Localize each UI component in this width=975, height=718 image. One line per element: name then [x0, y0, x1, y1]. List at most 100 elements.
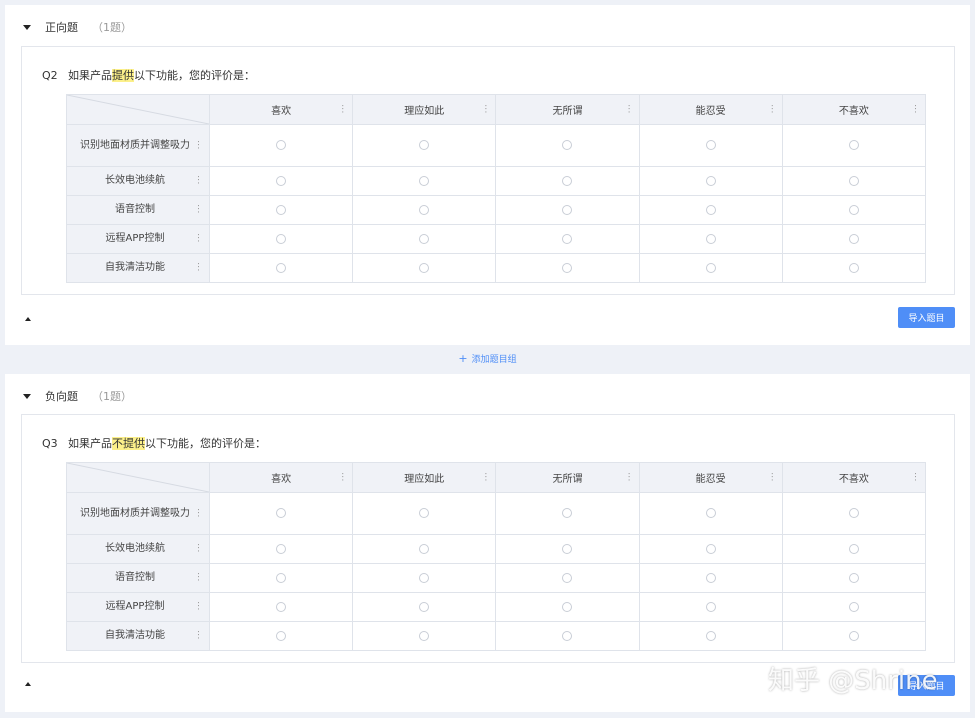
row-more-icon[interactable]: ⋮: [194, 544, 203, 554]
add-question-group-link[interactable]: + 添加题目组: [0, 349, 975, 369]
radio-button[interactable]: [705, 140, 716, 150]
expand-caret-icon[interactable]: [25, 682, 31, 686]
radio-button[interactable]: [276, 262, 287, 273]
radio-button[interactable]: [419, 233, 430, 244]
radio-button[interactable]: [419, 262, 430, 273]
radio-button[interactable]: [705, 572, 716, 583]
radio-button[interactable]: [562, 175, 573, 186]
column-header[interactable]: 理应如此 ⋮: [352, 462, 497, 493]
radio-button[interactable]: [848, 508, 859, 518]
row-header[interactable]: 语音控制 ⋮: [66, 563, 210, 593]
radio-button[interactable]: [848, 233, 859, 244]
column-more-icon[interactable]: ⋮: [338, 473, 347, 482]
radio-button[interactable]: [562, 204, 573, 215]
column-more-icon[interactable]: ⋮: [625, 473, 634, 482]
radio-button[interactable]: [276, 630, 287, 641]
collapse-caret-icon[interactable]: [23, 24, 31, 30]
column-header[interactable]: 能忍受 ⋮: [638, 94, 783, 125]
radio-button[interactable]: [848, 175, 859, 186]
radio-button[interactable]: [276, 543, 287, 554]
column-more-icon[interactable]: ⋮: [768, 473, 777, 482]
radio-button[interactable]: [562, 508, 573, 518]
row-more-icon[interactable]: ⋮: [194, 509, 203, 518]
radio-button[interactable]: [419, 204, 430, 215]
radio-button[interactable]: [705, 204, 716, 215]
row-more-icon[interactable]: ⋮: [194, 573, 203, 583]
column-header[interactable]: 不喜欢 ⋮: [781, 94, 927, 125]
column-more-icon[interactable]: ⋮: [481, 105, 490, 114]
radio-button[interactable]: [848, 572, 859, 583]
radio-button[interactable]: [848, 140, 859, 150]
radio-button[interactable]: [705, 601, 716, 612]
expand-caret-icon[interactable]: [25, 317, 31, 321]
radio-button[interactable]: [562, 630, 573, 641]
radio-button[interactable]: [562, 601, 573, 612]
row-header[interactable]: 长效电池续航 ⋮: [66, 166, 210, 196]
row-header[interactable]: 远程APP控制 ⋮: [66, 224, 210, 254]
radio-button[interactable]: [705, 508, 716, 518]
column-more-icon[interactable]: ⋮: [911, 473, 920, 482]
radio-button[interactable]: [848, 630, 859, 641]
column-header[interactable]: 能忍受 ⋮: [638, 462, 783, 493]
row-header[interactable]: 识别地面材质并调整吸力 ⋮: [66, 492, 210, 535]
row-more-icon[interactable]: ⋮: [194, 602, 203, 612]
radio-button[interactable]: [848, 543, 859, 554]
radio-button[interactable]: [276, 572, 287, 583]
row-more-icon[interactable]: ⋮: [194, 263, 203, 273]
radio-button[interactable]: [705, 543, 716, 554]
column-header[interactable]: 理应如此 ⋮: [352, 94, 497, 125]
column-more-icon[interactable]: ⋮: [481, 473, 490, 482]
radio-button[interactable]: [419, 630, 430, 641]
radio-button[interactable]: [276, 140, 287, 150]
radio-button[interactable]: [562, 262, 573, 273]
import-questions-button[interactable]: 导入题目: [898, 307, 955, 328]
group-header[interactable]: 负向题 （1题）: [23, 388, 132, 404]
radio-button[interactable]: [848, 601, 859, 612]
row-more-icon[interactable]: ⋮: [194, 176, 203, 186]
radio-button[interactable]: [562, 140, 573, 150]
row-header[interactable]: 识别地面材质并调整吸力 ⋮: [66, 124, 210, 167]
column-header[interactable]: 不喜欢 ⋮: [781, 462, 927, 493]
radio-button[interactable]: [848, 262, 859, 273]
radio-button[interactable]: [276, 508, 287, 518]
row-header[interactable]: 自我清洁功能 ⋮: [66, 621, 210, 651]
group-header[interactable]: 正向题 （1题）: [23, 19, 132, 35]
radio-button[interactable]: [562, 543, 573, 554]
row-header[interactable]: 语音控制 ⋮: [66, 195, 210, 225]
radio-button[interactable]: [419, 508, 430, 518]
column-header[interactable]: 喜欢 ⋮: [208, 94, 354, 125]
row-more-icon[interactable]: ⋮: [194, 141, 203, 150]
radio-button[interactable]: [419, 543, 430, 554]
radio-button[interactable]: [419, 572, 430, 583]
radio-button[interactable]: [419, 175, 430, 186]
question-card[interactable]: Q2 如果产品提供以下功能，您的评价是： 喜欢 ⋮ 理应如此 ⋮ 无所谓 ⋮ 能忍受 ⋮ 不喜欢 ⋮…: [21, 46, 955, 295]
radio-button[interactable]: [276, 175, 287, 186]
row-header[interactable]: 自我清洁功能 ⋮: [66, 253, 210, 283]
column-header[interactable]: 喜欢 ⋮: [208, 462, 354, 493]
radio-button[interactable]: [276, 601, 287, 612]
radio-button[interactable]: [562, 233, 573, 244]
row-header[interactable]: 长效电池续航 ⋮: [66, 534, 210, 564]
radio-button[interactable]: [705, 262, 716, 273]
radio-button[interactable]: [705, 175, 716, 186]
radio-button[interactable]: [705, 630, 716, 641]
row-header[interactable]: 远程APP控制 ⋮: [66, 592, 210, 622]
column-header[interactable]: 无所谓 ⋮: [495, 462, 640, 493]
column-more-icon[interactable]: ⋮: [768, 105, 777, 114]
column-more-icon[interactable]: ⋮: [625, 105, 634, 114]
radio-button[interactable]: [276, 233, 287, 244]
column-more-icon[interactable]: ⋮: [911, 105, 920, 114]
radio-button[interactable]: [419, 601, 430, 612]
radio-button[interactable]: [848, 204, 859, 215]
question-card[interactable]: Q3 如果产品不提供以下功能，您的评价是： 喜欢 ⋮ 理应如此 ⋮ 无所谓 ⋮ 能忍受 ⋮ 不喜欢…: [21, 414, 955, 663]
radio-button[interactable]: [419, 140, 430, 150]
radio-button[interactable]: [276, 204, 287, 215]
row-more-icon[interactable]: ⋮: [194, 631, 203, 641]
radio-button[interactable]: [705, 233, 716, 244]
row-more-icon[interactable]: ⋮: [194, 234, 203, 244]
column-header[interactable]: 无所谓 ⋮: [495, 94, 640, 125]
collapse-caret-icon[interactable]: [23, 393, 31, 399]
row-more-icon[interactable]: ⋮: [194, 205, 203, 215]
column-more-icon[interactable]: ⋮: [338, 105, 347, 114]
radio-button[interactable]: [562, 572, 573, 583]
